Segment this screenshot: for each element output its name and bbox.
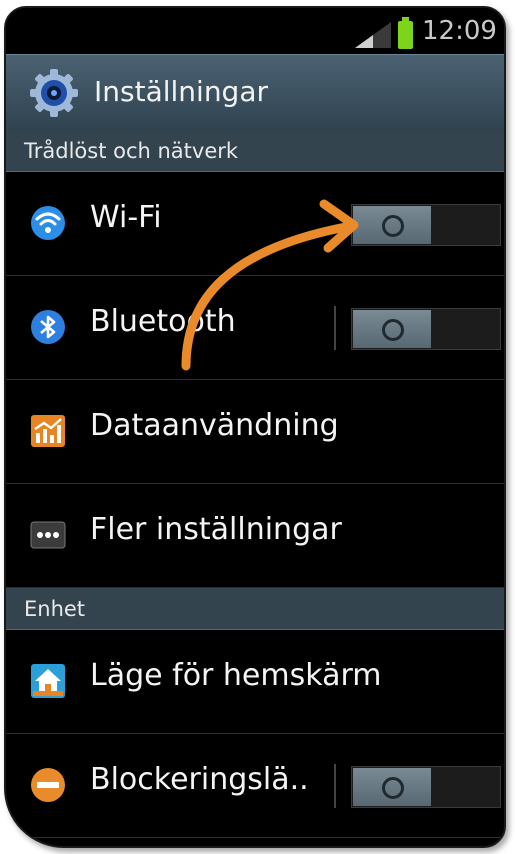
blocking-mode-icon xyxy=(31,768,65,802)
more-settings-icon xyxy=(30,521,66,549)
toggle-knob xyxy=(353,206,431,244)
settings-gear-icon xyxy=(30,69,78,117)
settings-item-label: Läge för hemskärm xyxy=(90,658,382,693)
toggle-knob xyxy=(353,768,431,806)
settings-item-label: Fler inställningar xyxy=(90,512,342,547)
signal-strength-icon xyxy=(355,22,391,48)
settings-item-label: Dataanvändning xyxy=(90,408,339,443)
data-usage-icon xyxy=(31,415,65,447)
wifi-toggle[interactable] xyxy=(351,204,501,246)
divider xyxy=(334,764,336,808)
blocking-mode-toggle[interactable] xyxy=(351,766,501,808)
settings-item-home-screen[interactable]: Läge för hemskärm xyxy=(6,630,504,734)
toggle-knob xyxy=(353,310,431,348)
settings-item-label: Bluetooth xyxy=(90,304,236,339)
bluetooth-toggle[interactable] xyxy=(351,308,501,350)
settings-item-blocking-mode[interactable]: Blockeringslä.. xyxy=(6,734,504,838)
settings-item-bluetooth[interactable]: Bluetooth xyxy=(6,276,504,380)
bluetooth-icon xyxy=(31,310,65,344)
divider xyxy=(334,306,336,350)
battery-icon xyxy=(398,17,413,49)
settings-item-label: Wi-Fi xyxy=(90,200,162,235)
settings-item-wifi[interactable]: Wi-Fi xyxy=(6,172,504,276)
page-title: Inställningar xyxy=(94,75,269,108)
section-header-wireless: Trådlöst och nätverk xyxy=(6,130,504,172)
title-bar: Inställningar xyxy=(6,54,504,131)
phone-screen: 12:09 Inställningar Trådlöst och nätverk… xyxy=(4,6,506,848)
section-header-device: Enhet xyxy=(6,588,504,630)
home-screen-icon xyxy=(31,664,65,698)
status-time: 12:09 xyxy=(422,16,497,46)
status-bar: 12:09 xyxy=(6,8,504,54)
settings-item-more-settings[interactable]: Fler inställningar xyxy=(6,484,504,588)
settings-item-label: Blockeringslä.. xyxy=(90,762,309,797)
wifi-icon xyxy=(31,206,65,240)
settings-item-data-usage[interactable]: Dataanvändning xyxy=(6,380,504,484)
